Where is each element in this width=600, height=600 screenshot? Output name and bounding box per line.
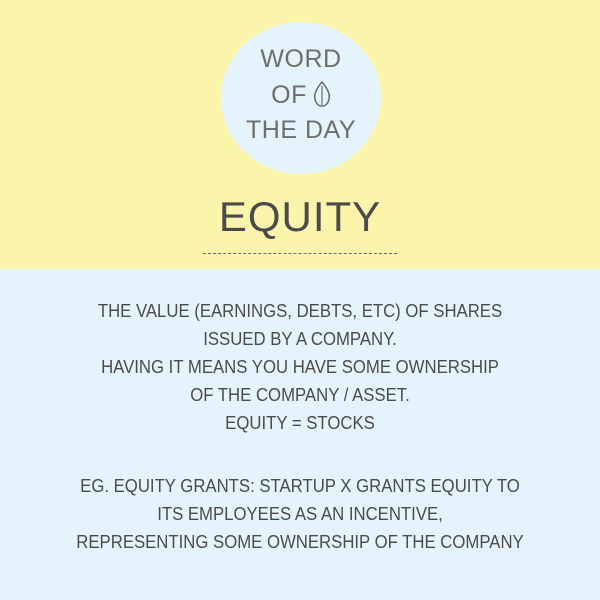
definition-line: OF THE COMPANY / ASSET.: [190, 385, 410, 405]
definition-line: THE VALUE (EARNINGS, DEBTS, ETC) OF SHAR…: [97, 301, 503, 321]
leaf-icon: [313, 80, 331, 114]
definition: THE VALUE (EARNINGS, DEBTS, ETC) OF SHAR…: [49, 297, 551, 437]
word-of-the-day-badge: WORD OF THE DAY: [221, 22, 381, 174]
definition-line: ISSUED BY A COMPANY.: [203, 329, 397, 349]
dashed-divider: [203, 253, 397, 254]
badge-line-word: WORD: [260, 45, 342, 73]
example-line: REPRESENTING SOME OWNERSHIP OF THE COMPA…: [76, 532, 524, 552]
badge-line-of: OF: [221, 80, 381, 114]
badge-line-of-text: OF: [271, 81, 307, 109]
definition-line: HAVING IT MEANS YOU HAVE SOME OWNERSHIP: [101, 357, 499, 377]
badge-line-the-day: THE DAY: [246, 116, 356, 144]
example: EG. EQUITY GRANTS: STARTUP X GRANTS EQUI…: [40, 472, 561, 556]
word-title: EQUITY: [218, 193, 382, 240]
definition-line: EQUITY = STOCKS: [225, 413, 375, 433]
example-line: ITS EMPLOYEES AS AN INCENTIVE,: [157, 504, 443, 524]
example-line: EG. EQUITY GRANTS: STARTUP X GRANTS EQUI…: [80, 476, 520, 496]
